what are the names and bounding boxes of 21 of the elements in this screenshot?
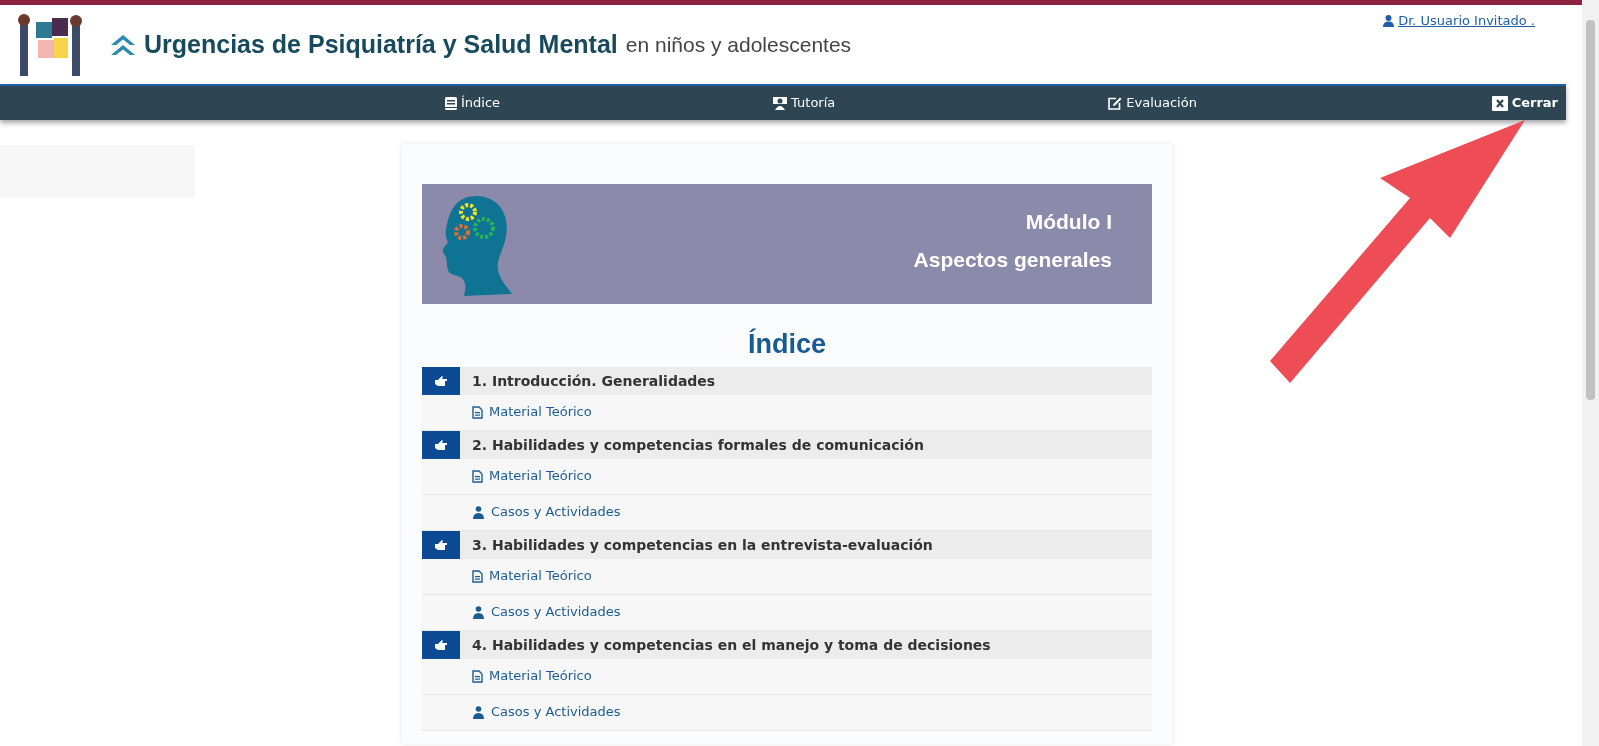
module-name: Aspectos generales — [913, 247, 1112, 273]
resource-link[interactable]: Material Teórico — [472, 666, 592, 686]
page-title: Urgencias de Psiquiatría y Salud Mental — [144, 28, 618, 60]
resource-link[interactable]: Material Teórico — [472, 402, 592, 422]
close-button[interactable]: Cerrar — [1491, 93, 1558, 113]
section-title: 2. Habilidades y competencias formales de comunicación — [471, 435, 924, 455]
resource-link[interactable]: Casos y Actividades — [472, 602, 621, 622]
nav-link[interactable]: Evaluación — [1108, 93, 1197, 113]
page-subtitle: en niños y adolescentes — [625, 31, 852, 58]
user-link[interactable]: Dr. Usuario Invitado . — [1383, 11, 1535, 31]
module-number: Módulo I — [1025, 209, 1112, 235]
nav-link[interactable]: Tutoría — [773, 93, 836, 113]
index-heading: Índice — [747, 327, 827, 361]
resource-link[interactable]: Material Teórico — [472, 466, 592, 486]
nav-link[interactable]: Índice — [445, 93, 501, 113]
section-title: 3. Habilidades y competencias en la entrevista-evaluación — [471, 535, 933, 555]
resource-link[interactable]: Material Teórico — [472, 566, 592, 586]
section-title: 1. Introducción. Generalidades — [471, 371, 716, 391]
section-title: 4. Habilidades y competencias en el manejo y toma de decisiones — [471, 635, 991, 655]
resource-link[interactable]: Casos y Actividades — [472, 702, 621, 722]
resource-link[interactable]: Casos y Actividades — [472, 502, 621, 522]
